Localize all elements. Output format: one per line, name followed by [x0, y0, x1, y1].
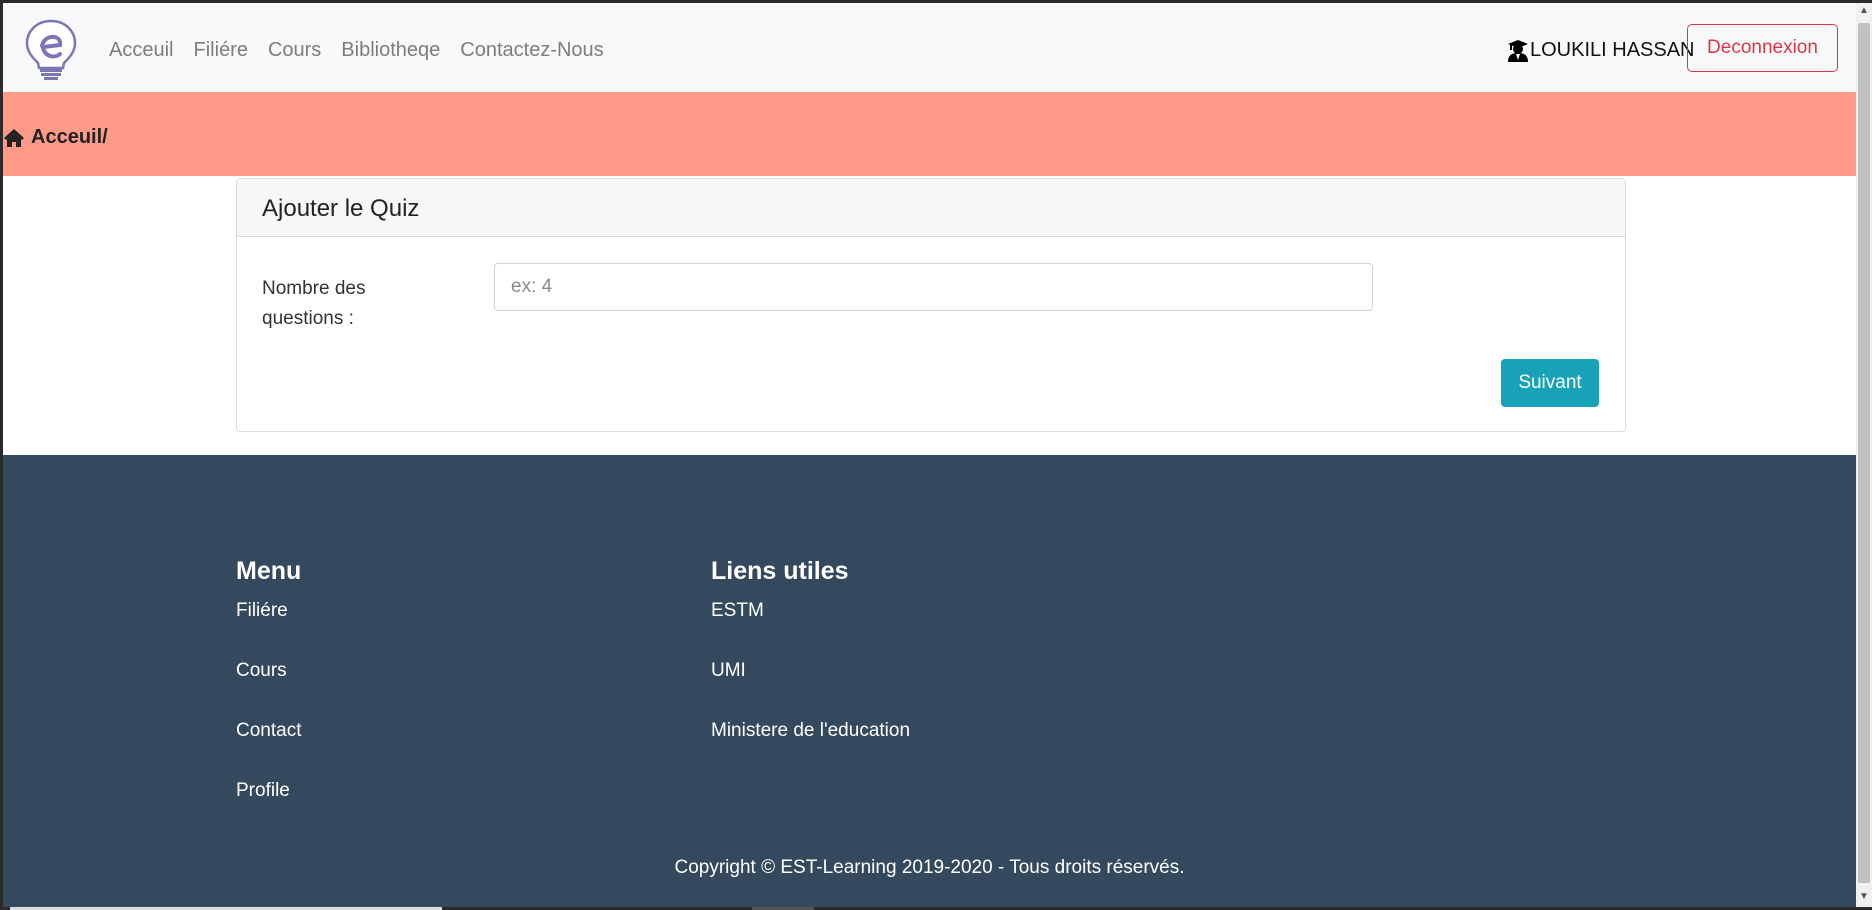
footer-link-ministere[interactable]: Ministere de l'education	[711, 720, 910, 780]
user-profile[interactable]: LOUKILI HASSAN	[1508, 39, 1695, 62]
copyright: Copyright © EST-Learning 2019-2020 - Tou…	[674, 857, 1185, 878]
footer-link-contact[interactable]: Contact	[236, 720, 301, 780]
breadcrumb-label: Acceuil/	[31, 126, 108, 148]
scroll-thumb[interactable]	[1858, 23, 1870, 883]
footer-link-cours[interactable]: Cours	[236, 660, 301, 720]
footer-useful-links: Liens utiles ESTM UMI Ministere de l'edu…	[711, 557, 910, 780]
question-count-input[interactable]	[494, 263, 1373, 311]
footer-link-filiere[interactable]: Filiére	[236, 600, 301, 660]
vertical-scrollbar[interactable]: ▲ ▼	[1856, 3, 1872, 907]
nav-link-cours[interactable]: Cours	[268, 39, 321, 62]
footer-menu: Menu Filiére Cours Contact Profile	[236, 557, 301, 840]
add-quiz-card: Ajouter le Quiz Nombre des questions : S…	[236, 178, 1626, 432]
footer-link-umi[interactable]: UMI	[711, 660, 910, 720]
footer-links-title: Liens utiles	[711, 557, 849, 585]
card-title: Ajouter le Quiz	[237, 179, 1625, 237]
home-icon	[4, 128, 24, 147]
nav-link-contact[interactable]: Contactez-Nous	[460, 39, 603, 62]
navbar: Acceuil Filiére Cours Bibliotheqe Contac…	[3, 3, 1856, 92]
footer: Menu Filiére Cours Contact Profile Liens…	[3, 455, 1856, 907]
user-name: LOUKILI HASSAN	[1530, 39, 1695, 61]
scroll-up-icon[interactable]: ▲	[1859, 5, 1869, 16]
nav-link-acceuil[interactable]: Acceuil	[109, 39, 173, 62]
footer-link-estm[interactable]: ESTM	[711, 600, 910, 660]
scroll-down-icon[interactable]: ▼	[1859, 891, 1869, 902]
question-count-label: Nombre des questions :	[262, 278, 366, 329]
nav-link-filiere[interactable]: Filiére	[193, 39, 247, 62]
user-graduate-icon	[1508, 39, 1528, 62]
logout-button[interactable]: Deconnexion	[1687, 24, 1838, 72]
footer-menu-title: Menu	[236, 557, 302, 585]
breadcrumb[interactable]: Acceuil/	[3, 126, 108, 149]
nav-link-bibliotheque[interactable]: Bibliotheqe	[341, 39, 440, 62]
lightbulb-logo-icon[interactable]	[22, 18, 80, 80]
page-viewport: Acceuil Filiére Cours Bibliotheqe Contac…	[3, 3, 1856, 907]
footer-link-profile[interactable]: Profile	[236, 780, 301, 840]
breadcrumb-bar: Acceuil/	[3, 92, 1856, 176]
nav-links: Acceuil Filiére Cours Bibliotheqe Contac…	[109, 39, 604, 62]
next-button[interactable]: Suivant	[1501, 359, 1599, 407]
